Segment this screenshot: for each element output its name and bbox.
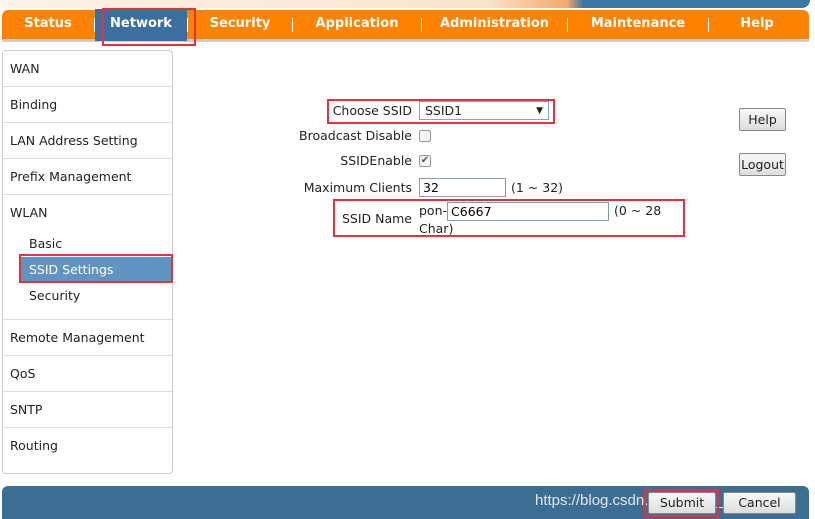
logout-button[interactable]: Logout [739,153,786,176]
top-nav: Status Network Security Application Admi… [2,8,809,42]
sidebar-item-wan[interactable]: WAN [3,51,172,87]
ssid-name-prefix: pon- [419,203,448,218]
max-clients-hint: (1 ~ 32) [511,180,564,195]
wlan-group: WLAN Basic SSID Settings Security [3,195,172,320]
ssid-name-hint: Char) [419,221,454,236]
help-button[interactable]: Help [739,108,786,131]
nav-help[interactable]: Help [709,9,805,41]
broadcast-disable-label: Broadcast Disable [299,128,412,143]
sidebar-item-remote-management[interactable]: Remote Management [3,320,172,356]
broadcast-disable-checkbox[interactable] [419,129,431,142]
cancel-button[interactable]: Cancel [723,492,796,514]
max-clients-input[interactable] [419,178,506,197]
sidebar-sub-basic[interactable]: Basic [3,231,172,257]
sidebar-item-binding[interactable]: Binding [3,87,172,123]
sidebar-item-sntp[interactable]: SNTP [3,392,172,428]
ssid-enable-checkbox[interactable]: ✔ [419,154,431,167]
dropdown-arrow-icon: ▼ [536,105,543,116]
nav-network[interactable]: Network [95,8,187,41]
sidebar-item-routing[interactable]: Routing [3,428,172,464]
ssid-name-label: SSID Name [341,211,412,226]
nav-security[interactable]: Security [188,9,292,41]
ssid-name-hint-a: (0 ~ 28 [614,203,662,218]
nav-status[interactable]: Status [2,9,94,41]
ssid-enable-label: SSIDEnable [340,153,412,168]
sidebar: WAN Binding LAN Address Setting Prefix M… [2,50,173,474]
nav-administration[interactable]: Administration [422,9,567,41]
top-banner [0,0,810,8]
nav-maintenance[interactable]: Maintenance [568,9,708,41]
sidebar-sub-security[interactable]: Security [3,283,172,309]
submit-button[interactable]: Submit [648,492,716,514]
nav-application[interactable]: Application [293,9,421,41]
sidebar-item-lan-address[interactable]: LAN Address Setting [3,123,172,159]
choose-ssid-select[interactable]: SSID1 ▼ [419,101,549,120]
ssid-name-input[interactable] [447,202,610,221]
sidebar-item-wlan[interactable]: WLAN [3,195,172,231]
sidebar-item-prefix[interactable]: Prefix Management [3,159,172,195]
choose-ssid-label: Choose SSID [332,103,412,118]
choose-ssid-value: SSID1 [425,103,463,118]
sidebar-sub-ssid-settings[interactable]: SSID Settings [21,257,171,283]
max-clients-label: Maximum Clients [303,180,412,195]
sidebar-item-qos[interactable]: QoS [3,356,172,392]
